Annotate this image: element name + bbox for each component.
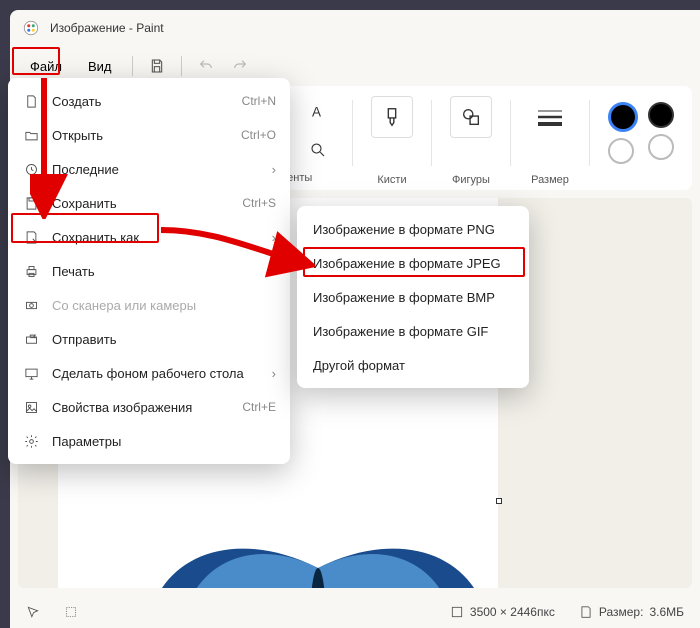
menu-label: Другой формат — [313, 358, 405, 373]
new-icon — [22, 92, 40, 110]
magnify-icon[interactable] — [302, 134, 334, 166]
size-label: Размер: — [599, 605, 644, 619]
ribbon-brushes-label: Кисти — [377, 174, 406, 186]
secondary-color[interactable] — [608, 138, 634, 164]
menu-new[interactable]: Создать Ctrl+N — [8, 84, 290, 118]
menu-print[interactable]: Печать › — [8, 254, 290, 288]
menu-label: Свойства изображения — [52, 400, 192, 415]
menu-label: Изображение в формате BMP — [313, 290, 495, 305]
color-swatch[interactable] — [648, 134, 674, 160]
size-icon[interactable] — [529, 96, 571, 138]
ribbon-brushes: Кисти — [371, 96, 413, 186]
menu-label: Отправить — [52, 332, 116, 347]
dims-text: 3500 × 2446пкс — [470, 605, 555, 619]
menu-label: Изображение в формате PNG — [313, 222, 495, 237]
menu-label: Последние — [52, 162, 119, 177]
canvas-image — [98, 528, 538, 588]
menu-set-bg[interactable]: Сделать фоном рабочего стола › — [8, 356, 290, 390]
primary-color[interactable] — [608, 102, 638, 132]
send-icon — [22, 330, 40, 348]
svg-text:A: A — [312, 105, 321, 120]
menu-open[interactable]: Открыть Ctrl+O — [8, 118, 290, 152]
menu-label: Изображение в формате JPEG — [313, 256, 501, 271]
shortcut: Ctrl+E — [242, 400, 276, 414]
chevron-right-icon: › — [272, 230, 276, 245]
ribbon-shapes-label: Фигуры — [452, 174, 490, 186]
menu-label: Сохранить — [52, 196, 117, 211]
print-icon — [22, 262, 40, 280]
shortcut: Ctrl+N — [242, 94, 276, 108]
file-menu-dropdown: Создать Ctrl+N Открыть Ctrl+O Последние … — [8, 78, 290, 464]
open-icon — [22, 126, 40, 144]
desktop-icon — [22, 364, 40, 382]
brush-icon[interactable] — [371, 96, 413, 138]
saveas-bmp[interactable]: Изображение в формате BMP — [297, 280, 529, 314]
cursor-pos — [26, 605, 40, 619]
separator — [181, 56, 182, 76]
titlebar: Изображение - Paint — [10, 10, 700, 46]
recent-icon — [22, 160, 40, 178]
menu-settings[interactable]: Параметры — [8, 424, 290, 458]
resize-handle[interactable] — [496, 498, 502, 504]
save-as-icon — [22, 228, 40, 246]
ribbon-colors — [608, 96, 674, 186]
menu-label: Печать — [52, 264, 95, 279]
saveas-png[interactable]: Изображение в формате PNG — [297, 212, 529, 246]
app-icon — [22, 19, 40, 37]
saveas-jpeg[interactable]: Изображение в формате JPEG — [297, 246, 529, 280]
menu-save[interactable]: Сохранить Ctrl+S — [8, 186, 290, 220]
ribbon-size-label: Размер — [531, 174, 569, 186]
ribbon-size: Размер — [529, 96, 571, 186]
shortcut: Ctrl+S — [242, 196, 276, 210]
shortcut: Ctrl+O — [241, 128, 276, 142]
menu-scanner: Со сканера или камеры — [8, 288, 290, 322]
menu-label: Создать — [52, 94, 101, 109]
menu-label: Сохранить как — [52, 230, 139, 245]
menu-label: Открыть — [52, 128, 103, 143]
menu-label: Параметры — [52, 434, 121, 449]
menu-save-as[interactable]: Сохранить как › — [8, 220, 290, 254]
ribbon-shapes: Фигуры — [450, 96, 492, 186]
chevron-right-icon: › — [272, 264, 276, 279]
menu-label: Изображение в формате GIF — [313, 324, 488, 339]
file-size: Размер: 3.6МБ — [579, 605, 684, 619]
menu-send[interactable]: Отправить — [8, 322, 290, 356]
text-icon[interactable]: A — [302, 96, 334, 128]
chevron-right-icon: › — [272, 162, 276, 177]
scanner-icon — [22, 296, 40, 314]
selection-size — [64, 605, 78, 619]
statusbar: 3500 × 2446пкс Размер: 3.6МБ — [10, 596, 700, 628]
props-icon — [22, 398, 40, 416]
window-title: Изображение - Paint — [50, 21, 164, 35]
menu-view[interactable]: Вид — [76, 53, 124, 80]
menu-label: Со сканера или камеры — [52, 298, 196, 313]
canvas-dims: 3500 × 2446пкс — [450, 605, 555, 619]
menu-label: Сделать фоном рабочего стола — [52, 366, 244, 381]
save-icon — [22, 194, 40, 212]
size-value: 3.6МБ — [649, 605, 684, 619]
save-as-submenu: Изображение в формате PNG Изображение в … — [297, 206, 529, 388]
menu-file[interactable]: Файл — [18, 53, 74, 80]
saveas-other[interactable]: Другой формат — [297, 348, 529, 382]
shapes-icon[interactable] — [450, 96, 492, 138]
saveas-gif[interactable]: Изображение в формате GIF — [297, 314, 529, 348]
menu-recent[interactable]: Последние › — [8, 152, 290, 186]
color-swatch[interactable] — [648, 102, 674, 128]
gear-icon — [22, 432, 40, 450]
menu-props[interactable]: Свойства изображения Ctrl+E — [8, 390, 290, 424]
chevron-right-icon: › — [272, 366, 276, 381]
separator — [132, 56, 133, 76]
